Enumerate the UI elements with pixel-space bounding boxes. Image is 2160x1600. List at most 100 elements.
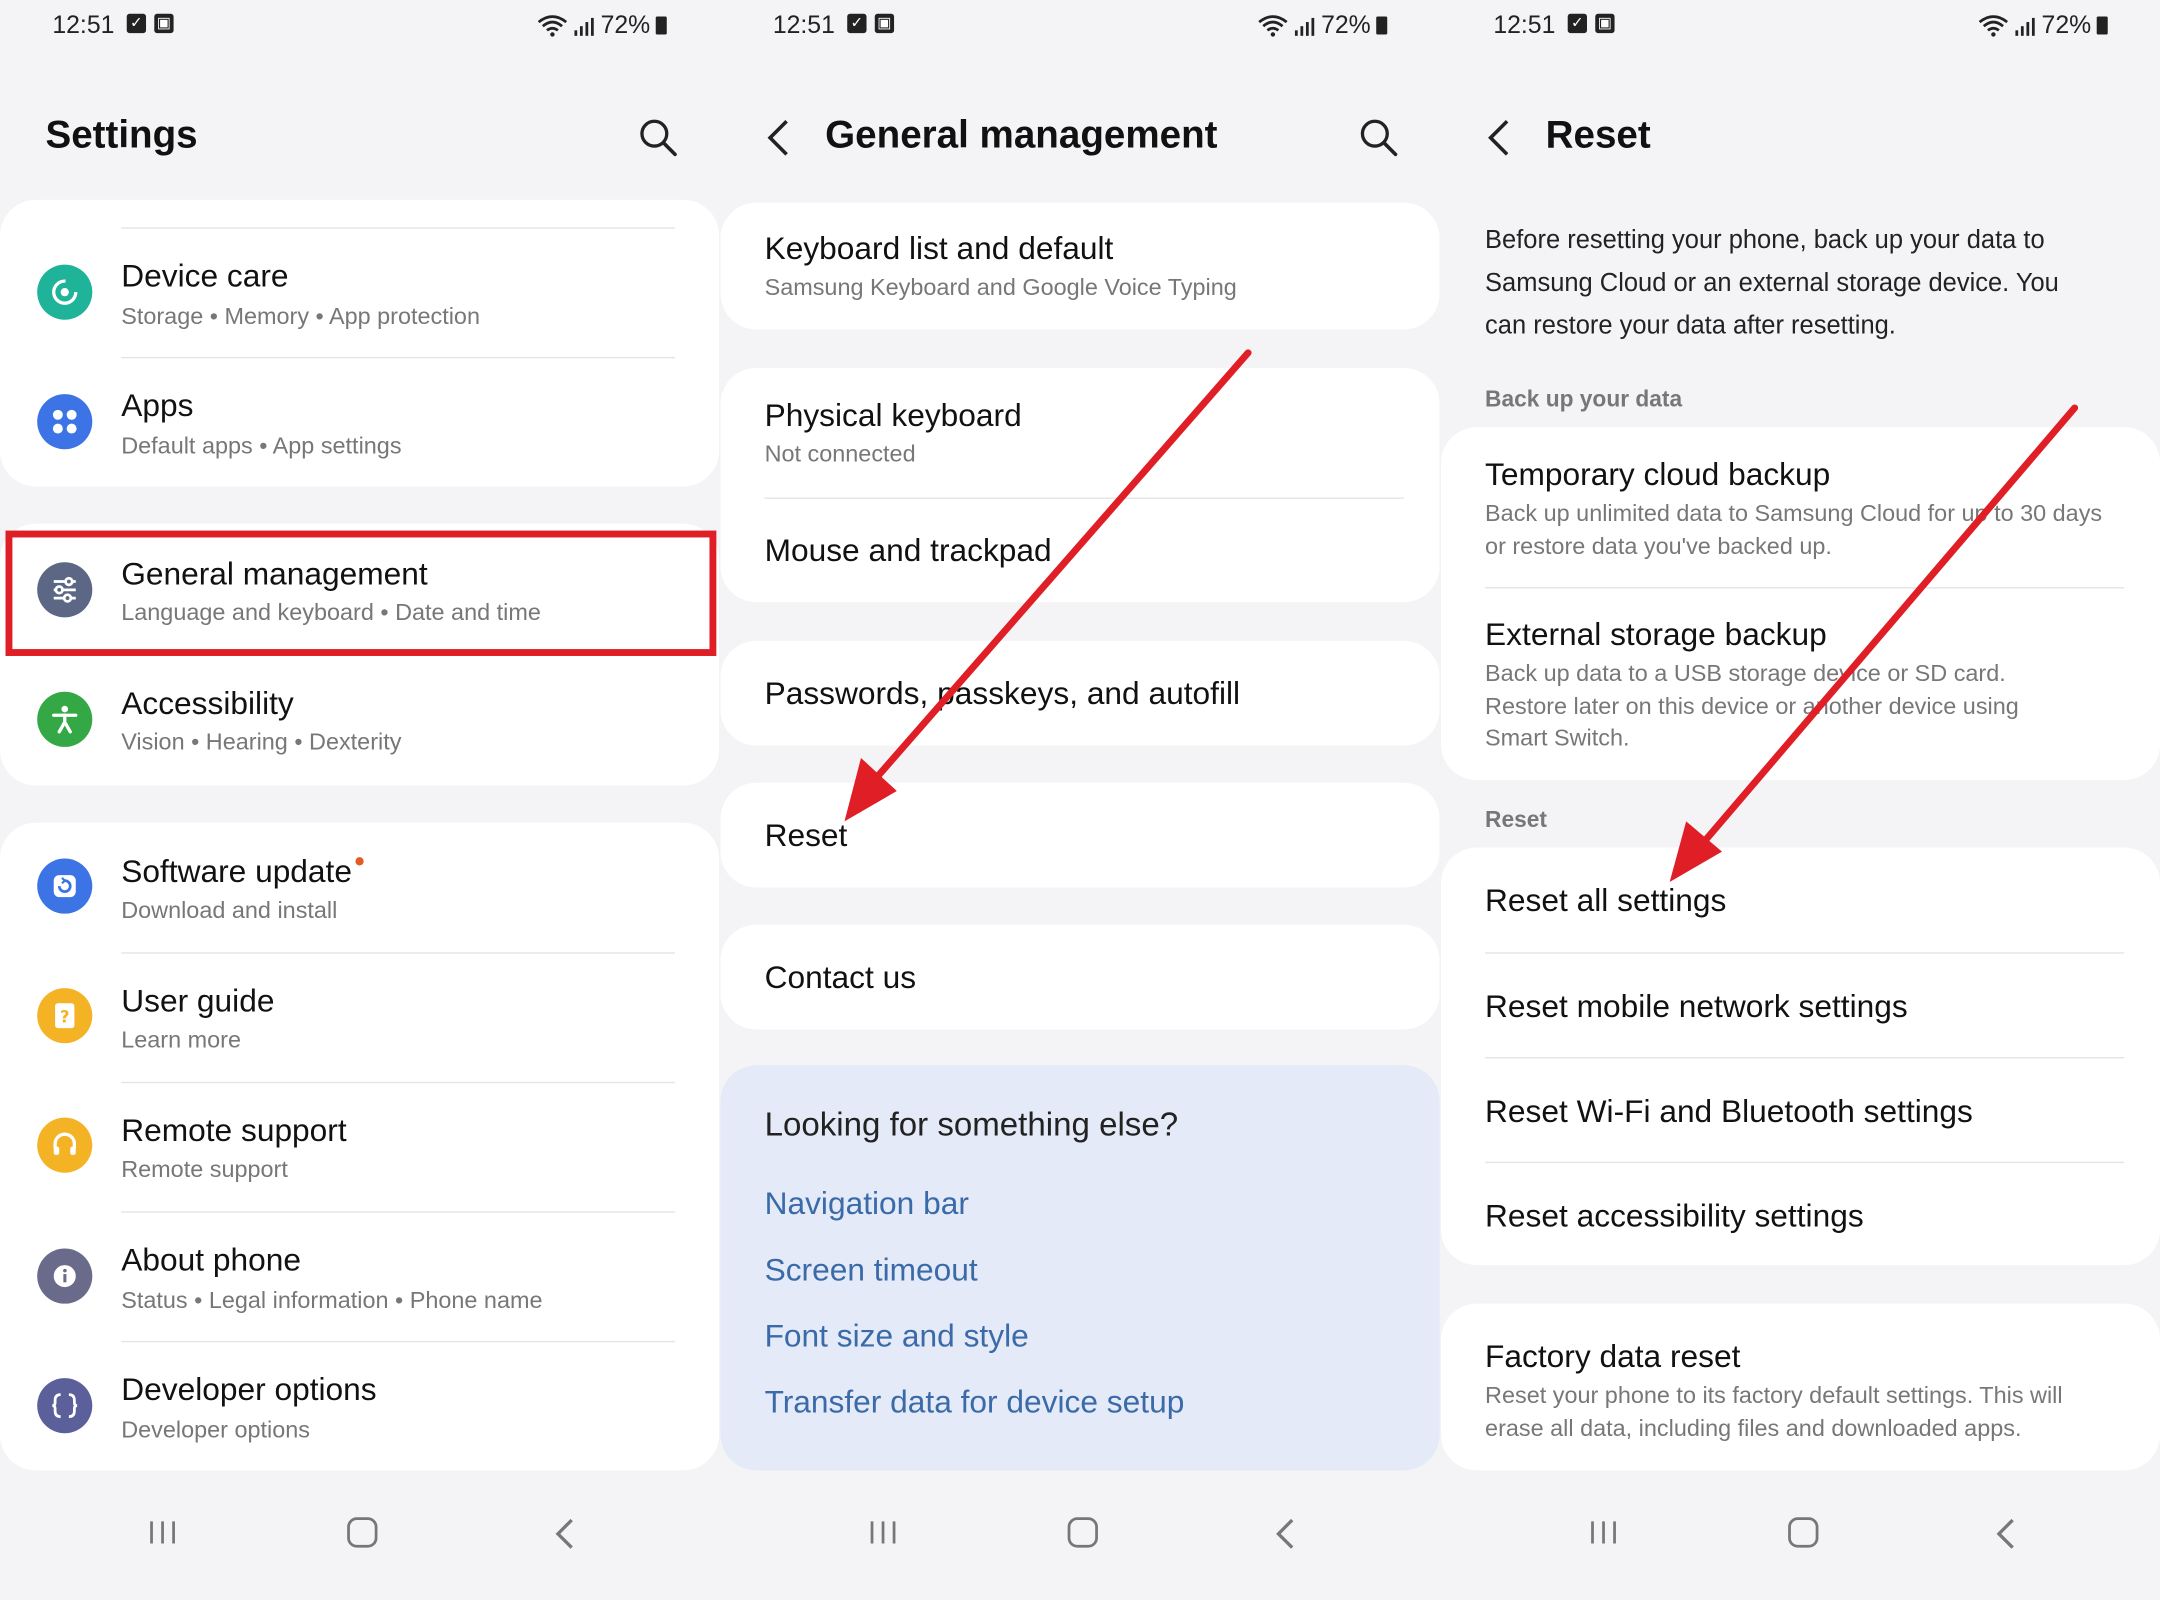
reset-description: Before resetting your phone, back up you… [1485,224,2059,340]
settings-item-accessibility[interactable]: Accessibility Vision • Hearing • Dexteri… [0,656,719,786]
back-arrow-icon[interactable] [759,113,800,163]
settings-item-software-update[interactable]: Software update Download and install [0,823,719,953]
home-icon[interactable] [1067,1517,1098,1548]
reset-accessibility-item[interactable]: Reset accessibility settings [1441,1162,2160,1265]
back-arrow-icon[interactable] [1480,113,1521,163]
status-time: 12:51 [52,11,115,39]
external-storage-backup-item[interactable]: External storage backup Back up data to … [1441,587,2160,780]
settings-item-user-guide[interactable]: ? User guide Learn more [0,952,719,1082]
item-subtitle: Vision • Hearing • Dexterity [121,729,402,756]
app-bar: Settings [0,107,719,168]
keyboard-list-item[interactable]: Keyboard list and default Samsung Keyboa… [720,202,1440,330]
battery-percent: 72% [2041,11,2092,39]
item-title: External storage backup [1485,616,1827,652]
reset-wifi-bluetooth-item[interactable]: Reset Wi-Fi and Bluetooth settings [1441,1057,2160,1162]
item-subtitle: Developer options [121,1416,311,1443]
signal-icon [1294,17,1315,36]
link-navigation-bar[interactable]: Navigation bar [765,1185,969,1222]
braces-icon [37,1378,93,1434]
home-icon[interactable] [1788,1517,1819,1548]
info-icon [37,1248,93,1304]
item-subtitle: Reset your phone to its factory default … [1485,1382,2063,1441]
item-title: Reset all settings [1485,881,1727,918]
status-bar: 12:51 ✓ ▣ 72% [772,11,1388,41]
apps-icon [37,394,93,450]
factory-data-reset-item[interactable]: Factory data reset Reset your phone to i… [1440,1303,2160,1471]
app-bar: General management [720,107,1439,168]
nav-bar [1441,1476,2160,1600]
search-icon[interactable] [1357,116,1401,160]
settings-group-3: Software update Download and install ? U… [0,822,720,1471]
general-management-screen: 12:51 ✓ ▣ 72% General management Keyboard… [720,0,1440,1600]
item-title: Passwords, passkeys, and autofill [764,675,1241,712]
settings-item-developer-options[interactable]: Developer options Developer options [0,1341,719,1471]
item-title: Developer options [121,1371,377,1408]
mouse-trackpad-item[interactable]: Mouse and trackpad [720,497,1439,602]
settings-item-remote-support[interactable]: Remote support Remote support [0,1082,719,1212]
settings-item-device-care[interactable]: Device care Storage • Memory • App prote… [0,227,719,357]
battery-icon [1376,16,1388,35]
item-title: Keyboard list and default [764,230,1114,266]
temporary-cloud-backup-item[interactable]: Temporary cloud backup Back up unlimited… [1441,427,2160,587]
device-care-icon [37,264,93,320]
app-bar: Reset [1441,107,2160,168]
battery-percent: 72% [600,11,651,39]
nav-bar [720,1476,1439,1600]
backup-group: Temporary cloud backup Back up unlimited… [1440,427,2160,781]
item-title: Contact us [764,959,917,995]
reset-mobile-network-item[interactable]: Reset mobile network settings [1441,952,2160,1057]
item-title: User guide [121,982,275,1019]
signal-icon [574,17,594,36]
settings-group-1: Device care Storage • Memory • App prote… [0,199,720,487]
battery-percent: 72% [1321,11,1371,39]
item-subtitle: Not connected [764,440,916,468]
reset-section-label: Reset [1485,807,1547,833]
nav-bar [0,1476,719,1600]
keyboard-group: Physical keyboard Not connected Mouse an… [720,367,1440,603]
highlight-box [5,530,717,656]
wifi-icon [537,14,568,36]
physical-keyboard-item[interactable]: Physical keyboard Not connected [720,368,1439,498]
wifi-icon [1258,14,1288,36]
signal-icon [2015,17,2035,36]
page-title: General management [825,113,1218,156]
recent-apps-icon[interactable] [1587,1517,1620,1547]
link-screen-timeout[interactable]: Screen timeout [765,1251,978,1288]
home-icon[interactable] [347,1517,378,1548]
passwords-autofill-item[interactable]: Passwords, passkeys, and autofill [720,640,1440,746]
item-title: Reset mobile network settings [1485,988,1908,1024]
item-title: Physical keyboard [764,396,1022,433]
recent-apps-icon[interactable] [146,1517,179,1547]
looking-for-something-else-card: Looking for something else? Navigation b… [720,1065,1440,1471]
page-title: Settings [45,113,198,156]
back-nav-icon[interactable] [551,1516,579,1552]
item-subtitle: Storage • Memory • App protection [121,303,480,330]
backup-section-label: Back up your data [1485,387,1683,413]
link-transfer-data[interactable]: Transfer data for device setup [765,1384,1185,1421]
back-nav-icon[interactable] [1272,1516,1300,1552]
item-subtitle: Download and install [121,897,338,924]
settings-item-about-phone[interactable]: About phone Status • Legal information •… [0,1211,719,1341]
settings-item-apps[interactable]: Apps Default apps • App settings [0,357,719,487]
reset-screen: 12:51 ✓ ▣ 72% Reset Before resetting your… [1440,0,2160,1600]
svg-text:?: ? [60,1008,70,1027]
item-subtitle: Status • Legal information • Phone name [121,1287,543,1314]
link-font-size-style[interactable]: Font size and style [765,1317,1029,1354]
check-notification-icon: ✓ [847,13,867,34]
battery-icon [655,16,667,35]
item-subtitle: Learn more [121,1026,241,1053]
reset-item[interactable]: Reset [720,782,1440,888]
recent-apps-icon[interactable] [867,1517,900,1547]
status-time: 12:51 [772,11,835,39]
search-icon[interactable] [636,116,680,160]
accessibility-icon [37,691,93,747]
contact-us-item[interactable]: Contact us [720,924,1440,1030]
item-title: Device care [121,257,289,294]
settings-screen: 12:51 ✓ ▣ 72% Settings Device care Storag… [0,0,720,1600]
item-subtitle: Remote support [121,1156,288,1183]
back-nav-icon[interactable] [1992,1516,2020,1552]
item-title: Reset accessibility settings [1485,1197,1864,1234]
item-title: Mouse and trackpad [764,531,1052,568]
item-title: Apps [121,387,194,424]
reset-all-settings-item[interactable]: Reset all settings [1441,848,2160,953]
